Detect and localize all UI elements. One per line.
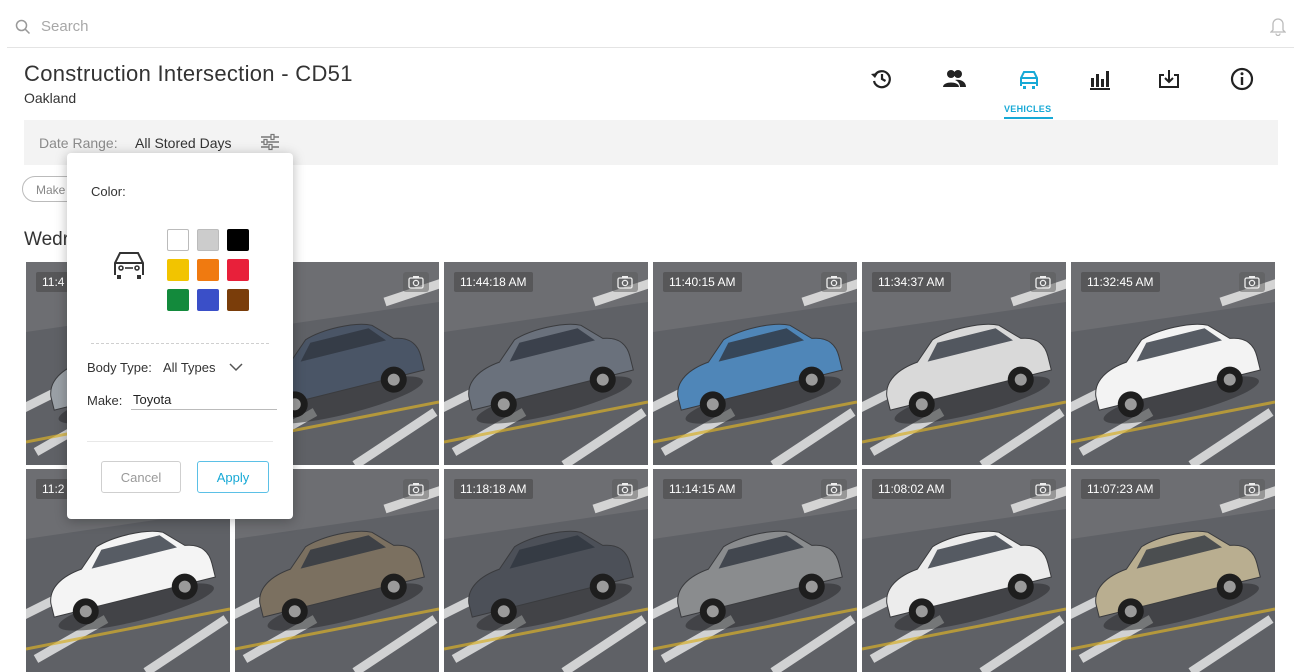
apply-button[interactable]: Apply: [197, 461, 269, 493]
camera-icon[interactable]: [612, 479, 638, 499]
color-swatch[interactable]: [227, 259, 249, 281]
page-title: Construction Intersection - CD51: [24, 61, 353, 86]
vehicle-icon[interactable]: [1016, 66, 1042, 92]
vehicle-image-tile[interactable]: 11:07:23 AM: [1071, 469, 1275, 672]
camera-icon[interactable]: [821, 479, 847, 499]
timestamp-label: 11:18:18 AM: [454, 479, 533, 499]
divider: [87, 441, 273, 442]
color-swatch[interactable]: [227, 289, 249, 311]
vehicle-image-tile[interactable]: 11:18:18 AM: [444, 469, 648, 672]
search-bar[interactable]: Search: [7, 7, 1294, 48]
tab-vehicles-label[interactable]: VEHICLES: [1004, 104, 1051, 114]
timestamp-label: 11:34:37 AM: [872, 272, 951, 292]
page-subtitle: Oakland: [24, 90, 77, 106]
vehicle-filter-popover: Color: Body Type: All Types Make: Cancel…: [67, 153, 293, 519]
search-icon: [15, 19, 31, 35]
color-swatch[interactable]: [197, 289, 219, 311]
divider: [91, 343, 269, 344]
make-label: Make:: [87, 393, 123, 408]
timestamp-label: 11:14:15 AM: [663, 479, 742, 499]
timestamp-label: 11:32:45 AM: [1081, 272, 1160, 292]
vehicle-photo: [1071, 469, 1275, 672]
filter-sliders-icon[interactable]: [259, 133, 281, 151]
vehicle-image-tile[interactable]: 11:44:18 AM: [444, 262, 648, 465]
camera-icon[interactable]: [1030, 479, 1056, 499]
make-input[interactable]: [131, 389, 277, 410]
bell-icon[interactable]: [1270, 16, 1286, 36]
vehicle-image-tile[interactable]: 11:32:45 AM: [1071, 262, 1275, 465]
search-input[interactable]: Search: [41, 18, 89, 35]
timestamp-label: 11:08:02 AM: [872, 479, 951, 499]
people-icon[interactable]: [941, 66, 967, 92]
date-range-label: Date Range:: [39, 135, 118, 151]
date-range-value[interactable]: All Stored Days: [135, 135, 231, 151]
history-icon[interactable]: [869, 66, 895, 92]
color-swatch[interactable]: [197, 259, 219, 281]
color-swatch[interactable]: [197, 229, 219, 251]
camera-icon[interactable]: [612, 272, 638, 292]
vehicle-photo: [862, 469, 1066, 672]
vehicle-photo: [444, 262, 648, 465]
timestamp-label: 11:4: [36, 272, 71, 292]
camera-icon[interactable]: [403, 272, 429, 292]
vehicle-image-tile[interactable]: 11:34:37 AM: [862, 262, 1066, 465]
vehicle-photo: [653, 469, 857, 672]
color-swatch[interactable]: [167, 259, 189, 281]
timestamp-label: 11:40:15 AM: [663, 272, 742, 292]
color-swatch[interactable]: [167, 289, 189, 311]
body-type-label: Body Type:: [87, 360, 152, 375]
download-icon[interactable]: [1156, 66, 1182, 92]
day-heading: Wedr: [24, 229, 70, 250]
info-icon[interactable]: [1229, 66, 1255, 92]
vehicle-photo: [1071, 262, 1275, 465]
car-icon: [114, 252, 144, 279]
timestamp-label: 11:44:18 AM: [454, 272, 533, 292]
color-swatch[interactable]: [227, 229, 249, 251]
camera-icon[interactable]: [1030, 272, 1056, 292]
camera-icon[interactable]: [821, 272, 847, 292]
vehicle-photo: [862, 262, 1066, 465]
color-label: Color:: [91, 184, 126, 199]
vehicle-image-tile[interactable]: 11:14:15 AM: [653, 469, 857, 672]
camera-icon[interactable]: [1239, 272, 1265, 292]
chevron-down-icon[interactable]: [229, 361, 243, 373]
active-tab-underline: [1004, 117, 1053, 119]
camera-icon[interactable]: [403, 479, 429, 499]
color-swatch[interactable]: [167, 229, 189, 251]
vehicle-photo: [653, 262, 857, 465]
camera-icon[interactable]: [1239, 479, 1265, 499]
vehicle-image-tile[interactable]: 11:40:15 AM: [653, 262, 857, 465]
cancel-button[interactable]: Cancel: [101, 461, 181, 493]
vehicle-photo: [444, 469, 648, 672]
body-type-select[interactable]: All Types: [163, 360, 216, 375]
vehicle-image-tile[interactable]: 11:08:02 AM: [862, 469, 1066, 672]
timestamp-label: 11:07:23 AM: [1081, 479, 1160, 499]
bar-chart-icon[interactable]: [1087, 66, 1113, 92]
timestamp-label: 11:2: [36, 479, 71, 499]
